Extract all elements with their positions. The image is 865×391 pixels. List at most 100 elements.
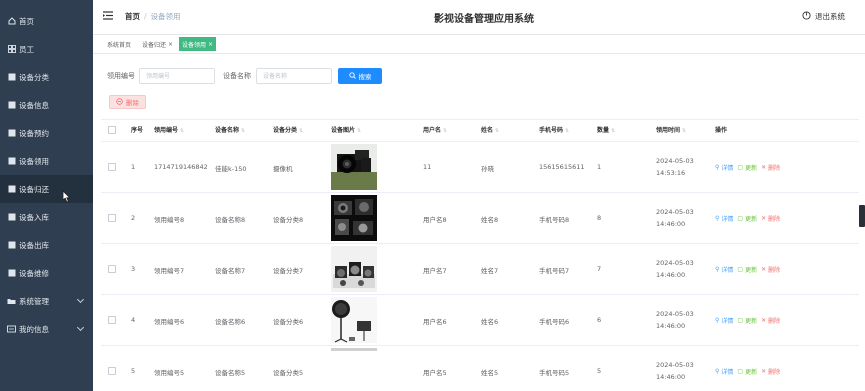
column-header-quantity[interactable]: 数量 ⇅	[597, 120, 615, 141]
column-header-device-name[interactable]: 设备名称 ⇅	[215, 120, 245, 141]
tab-system-home[interactable]: 系统首页	[104, 37, 134, 51]
edit-button[interactable]: ▢ 更新	[737, 265, 757, 274]
sort-icon[interactable]: ⇅	[180, 121, 184, 142]
sidebar-item-label: 首页	[19, 16, 34, 26]
detail-button[interactable]: ⚲ 详情	[715, 265, 733, 274]
cell-device-name: 设备名称5	[215, 369, 246, 377]
row-checkbox[interactable]	[108, 265, 116, 273]
cell-index: 4	[131, 316, 136, 324]
sidebar-item-device-inbound[interactable]: 设备入库	[0, 203, 93, 231]
edit-button[interactable]: ▢ 更新	[737, 316, 757, 325]
cell-real-name: 姓名7	[481, 267, 499, 275]
sidebar-item-device-booking[interactable]: 设备预约	[0, 119, 93, 147]
column-header-username[interactable]: 用户名 ⇅	[423, 120, 447, 141]
close-icon[interactable]: ×	[168, 41, 173, 48]
cell-claim-time: 2024-05-03 14:46:00	[656, 208, 694, 228]
sidebar-item-employee[interactable]: 员工	[0, 35, 93, 63]
sort-icon[interactable]: ⇅	[682, 121, 686, 142]
cell-phone: 手机号码6	[539, 318, 570, 326]
detail-button[interactable]: ⚲ 详情	[715, 214, 733, 223]
breadcrumb-home[interactable]: 首页	[125, 12, 140, 21]
grid-icon	[7, 185, 16, 194]
device-image-thumbnail[interactable]	[331, 297, 377, 343]
claim-code-label: 领用编号	[107, 72, 135, 80]
column-header-claim-time[interactable]: 领用时间 ⇅	[656, 120, 686, 141]
sort-icon[interactable]: ⇅	[611, 121, 615, 142]
sort-icon[interactable]: ⇅	[357, 121, 361, 142]
column-header-real-name[interactable]: 姓名 ⇅	[481, 120, 499, 141]
row-checkbox[interactable]	[108, 214, 116, 222]
column-header-phone[interactable]: 手机号码 ⇅	[539, 120, 569, 141]
collapse-menu-icon[interactable]	[103, 11, 113, 20]
cell-device-category: 设备分类6	[273, 318, 304, 326]
device-image-thumbnail[interactable]	[331, 348, 377, 351]
cell-device-name: 设备名称6	[215, 318, 246, 326]
sidebar-item-label: 设备分类	[19, 72, 49, 82]
cell-quantity: 5	[597, 367, 602, 375]
cell-real-name: 姓名5	[481, 369, 499, 377]
device-image-thumbnail[interactable]	[331, 144, 377, 190]
delete-button[interactable]: ✕ 删除	[761, 367, 780, 376]
sort-icon[interactable]: ⇅	[495, 121, 499, 142]
tab-device-return[interactable]: 设备归还 ×	[139, 37, 176, 51]
sidebar-item-device-info[interactable]: 设备信息	[0, 91, 93, 119]
grid-icon	[7, 241, 16, 250]
edit-button[interactable]: ▢ 更新	[737, 367, 757, 376]
scrollbar-thumb[interactable]	[859, 205, 865, 227]
search-button[interactable]: 搜索	[338, 68, 382, 84]
sidebar-item-device-repair[interactable]: 设备维修	[0, 259, 93, 287]
device-image-thumbnail[interactable]	[331, 246, 377, 292]
tab-label: 设备归还	[142, 41, 167, 49]
cell-device-category: 设备分类5	[273, 369, 304, 377]
sidebar-item-device-claim[interactable]: 设备领用	[0, 147, 93, 175]
cell-quantity: 6	[597, 316, 602, 324]
sort-icon[interactable]: ⇅	[241, 121, 245, 142]
column-header-claim-code[interactable]: 领用编号 ⇅	[154, 120, 184, 141]
grid-icon	[7, 157, 16, 166]
delete-button[interactable]: ✕ 删除	[761, 214, 780, 223]
tab-device-claim[interactable]: 设备领用 ×	[179, 37, 217, 51]
claim-code-input[interactable]	[139, 68, 215, 84]
select-all-checkbox[interactable]	[108, 126, 116, 134]
sidebar-item-home[interactable]: 首页	[0, 7, 93, 35]
detail-button[interactable]: ⚲ 详情	[715, 367, 733, 376]
row-divider	[101, 243, 859, 244]
cell-claim-time: 2024-05-03 14:46:00	[656, 310, 694, 330]
column-header-device-category[interactable]: 设备分类 ⇅	[273, 120, 303, 141]
row-checkbox[interactable]	[108, 163, 116, 171]
detail-button[interactable]: ⚲ 详情	[715, 316, 733, 325]
column-header-device-image[interactable]: 设备图片 ⇅	[331, 120, 361, 141]
sidebar-item-device-return[interactable]: 设备归还	[0, 175, 93, 203]
sidebar-item-device-outbound[interactable]: 设备出库	[0, 231, 93, 259]
batch-delete-button[interactable]: 删除	[109, 95, 146, 109]
delete-button[interactable]: ✕ 删除	[761, 265, 780, 274]
grid-icon	[7, 45, 16, 54]
sidebar: 首页 员工 设备分类 设备信息 设备预约 设备领用 设备归还 设备入库 设备出库…	[0, 0, 93, 391]
sort-icon[interactable]: ⇅	[299, 121, 303, 142]
sort-icon[interactable]: ⇅	[565, 121, 569, 142]
cell-real-name: 姓名8	[481, 216, 499, 224]
cell-device-category: 设备分类7	[273, 267, 304, 275]
sort-icon[interactable]: ⇅	[443, 121, 447, 142]
row-checkbox[interactable]	[108, 367, 116, 375]
sidebar-item-my-info[interactable]: 我的信息	[0, 315, 93, 343]
sidebar-item-system-manage[interactable]: 系统管理	[0, 287, 93, 315]
cell-phone: 15615615611	[539, 163, 585, 171]
cell-index: 3	[131, 265, 136, 273]
sidebar-item-device-category[interactable]: 设备分类	[0, 63, 93, 91]
row-divider	[101, 192, 859, 193]
logout-button[interactable]: 退出系统	[802, 11, 845, 22]
device-image-thumbnail[interactable]	[331, 195, 377, 241]
close-icon[interactable]: ×	[208, 41, 213, 48]
delete-button[interactable]: ✕ 删除	[761, 316, 780, 325]
edit-button[interactable]: ▢ 更新	[737, 163, 757, 172]
device-name-input[interactable]	[256, 68, 332, 84]
delete-button[interactable]: ✕ 删除	[761, 163, 780, 172]
cell-real-name: 姓名6	[481, 318, 499, 326]
row-checkbox[interactable]	[108, 316, 116, 324]
edit-button[interactable]: ▢ 更新	[737, 214, 757, 223]
cell-index: 1	[131, 163, 136, 171]
breadcrumb: 首页 / 设备领用	[125, 11, 181, 22]
cell-claim-code: 1714719146842	[154, 163, 208, 171]
detail-button[interactable]: ⚲ 详情	[715, 163, 733, 172]
